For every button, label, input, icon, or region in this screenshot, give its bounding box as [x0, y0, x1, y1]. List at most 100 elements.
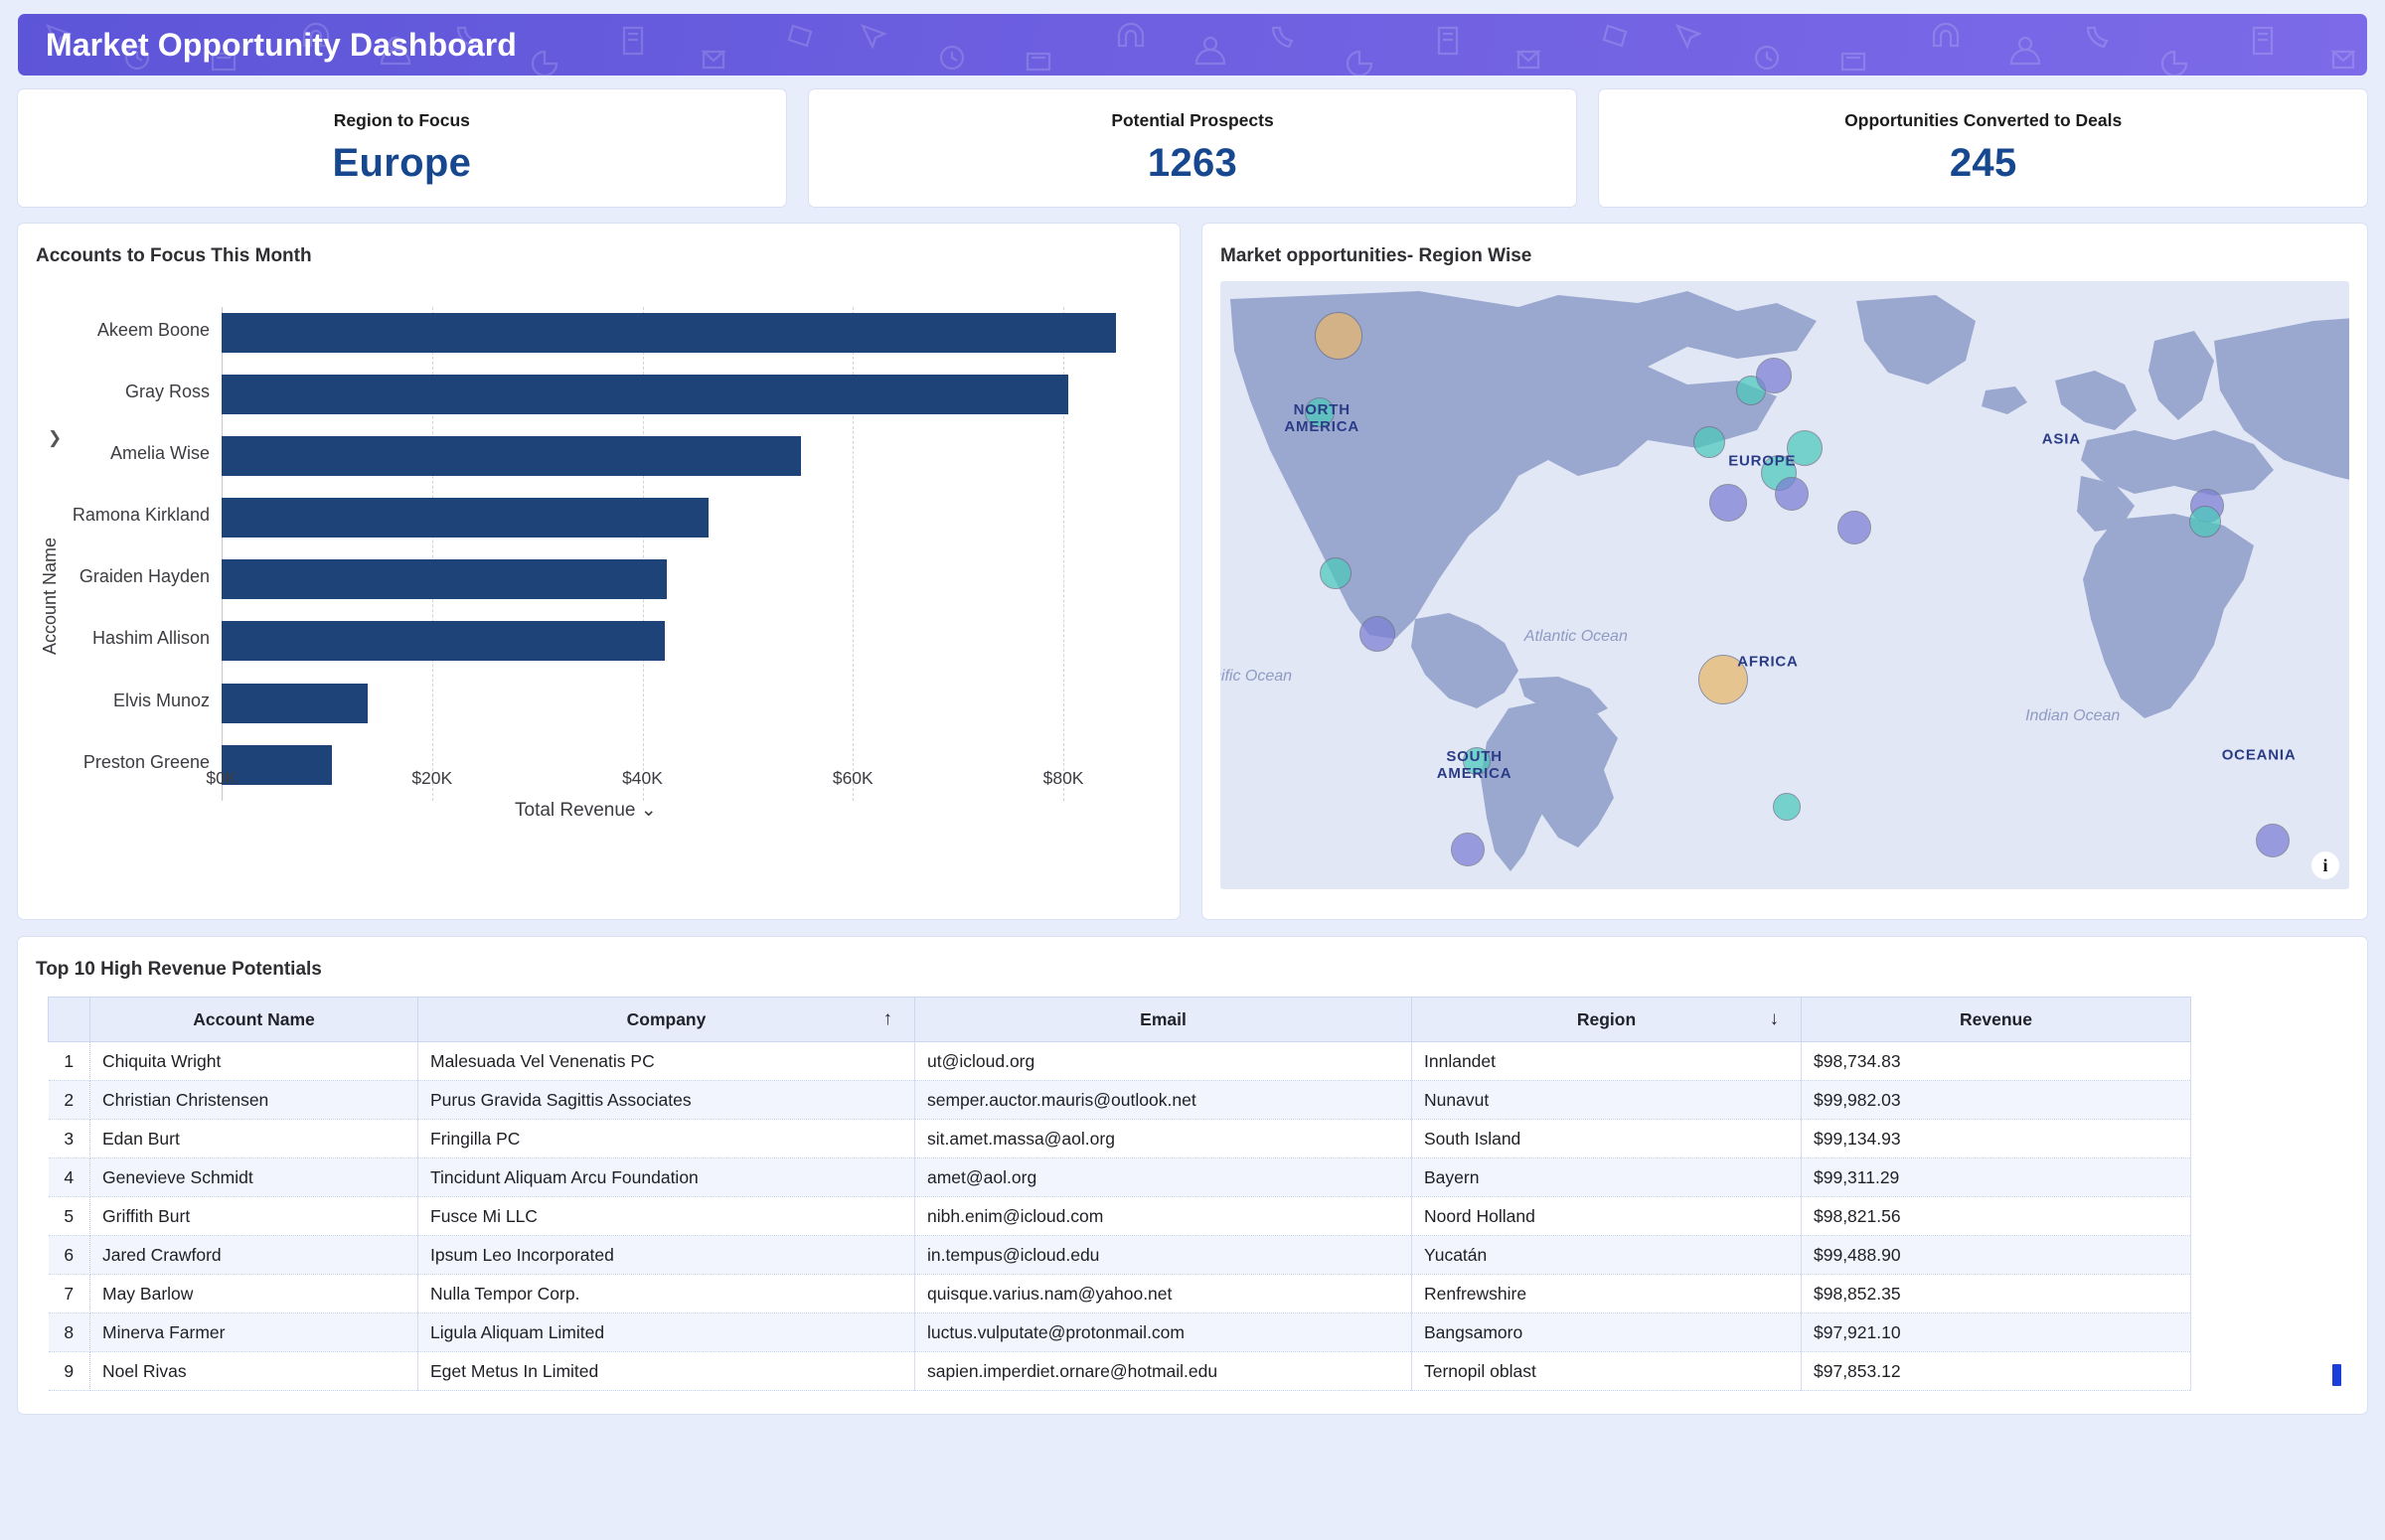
map-bubble[interactable]: [2188, 505, 2221, 538]
table-cell: Ternopil oblast: [1411, 1351, 1802, 1391]
dashboard-page: Market Opportunity Dashboard Region to F…: [0, 0, 2385, 1540]
table-cell: Purus Gravida Sagittis Associates: [417, 1080, 915, 1120]
bar[interactable]: [222, 375, 1069, 415]
table-cell: Griffith Burt: [89, 1196, 418, 1236]
map-bubble[interactable]: [1315, 312, 1363, 361]
kpi-value: 1263: [1147, 141, 1238, 185]
table-body: 1 Chiquita Wright Malesuada Vel Venenatis …: [48, 1041, 2191, 1391]
bar-row: Elvis Munoz: [113, 678, 1116, 739]
table-row[interactable]: 5 Griffith Burt Fusce Mi LLC nibh.enim@iclo…: [48, 1196, 2191, 1236]
table-card-title: Top 10 High Revenue Potentials: [36, 959, 322, 980]
world-map[interactable]: NORTH AMERICA SOUTH AMERICA EUROPE AFRICA AS…: [1220, 281, 2349, 889]
table-row[interactable]: 4 Genevieve Schmidt Tincidunt Aliquam Arcu…: [48, 1157, 2191, 1197]
table-cell: $98,734.83: [1801, 1041, 2191, 1081]
bar[interactable]: [222, 436, 802, 477]
table-cell: Renfrewshire: [1411, 1274, 1802, 1313]
map-bubble[interactable]: [1462, 747, 1491, 776]
map-bubble[interactable]: [1774, 477, 1809, 512]
map-bubble[interactable]: [1755, 357, 1792, 393]
bar[interactable]: [222, 744, 333, 785]
table-row[interactable]: 6 Jared Crawford Ipsum Leo Incorporated in.…: [48, 1235, 2191, 1275]
table-cell: sit.amet.massa@aol.org: [914, 1119, 1412, 1158]
kpi-card-potential-prospects: Potential Prospects 1263: [808, 89, 1577, 207]
bar-row: Gray Ross: [125, 369, 1116, 430]
table-cell: luctus.vulputate@protonmail.com: [914, 1312, 1412, 1352]
map-bubble[interactable]: [1358, 615, 1395, 652]
map-bubble[interactable]: [1319, 556, 1352, 589]
table-column-header[interactable]: Revenue: [1801, 997, 2191, 1042]
map-bubble[interactable]: [1709, 484, 1748, 523]
bar[interactable]: [222, 683, 369, 723]
table-row[interactable]: 7 May Barlow Nulla Tempor Corp. quisque.var…: [48, 1274, 2191, 1313]
bar-chart: ❯ Account Name Akeem Boone Gray Ross Ameli…: [18, 267, 1180, 888]
row-index-cell: 5: [48, 1196, 90, 1236]
sort-descending-icon[interactable]: ↓: [1770, 1008, 1780, 1030]
map-info-icon[interactable]: i: [2311, 851, 2339, 879]
x-axis-title[interactable]: Total Revenue ⌄: [515, 799, 657, 822]
vertical-scrollbar-thumb[interactable]: [2332, 1364, 2341, 1386]
chevron-down-icon: ⌄: [640, 800, 657, 821]
bar[interactable]: [222, 498, 710, 539]
bar-plot-area: Akeem Boone Gray Ross Amelia Wise Ramona Ki…: [73, 307, 1116, 801]
table-cell: $97,853.12: [1801, 1351, 2191, 1391]
y-axis-sort-chevron[interactable]: ❯: [48, 428, 62, 448]
bar-category-label: Preston Greene: [82, 751, 210, 772]
table-row[interactable]: 3 Edan Burt Fringilla PC sit.amet.massa@aol…: [48, 1119, 2191, 1158]
map-card-title: Market opportunities- Region Wise: [1220, 245, 1532, 266]
row-index-cell: 6: [48, 1235, 90, 1275]
x-axis-tick: $20K: [411, 768, 453, 788]
row-index-cell: 9: [48, 1351, 90, 1391]
table-row[interactable]: 8 Minerva Farmer Ligula Aliquam Limited luc…: [48, 1312, 2191, 1352]
bar-row: Graiden Hayden: [80, 553, 1116, 615]
map-bubble[interactable]: [2255, 824, 2290, 858]
table-column-header[interactable]: Region ↓: [1411, 997, 1802, 1042]
map-bubble[interactable]: [1450, 833, 1485, 867]
table-cell: $98,821.56: [1801, 1196, 2191, 1236]
table-row[interactable]: 2 Christian Christensen Purus Gravida Sagi…: [48, 1080, 2191, 1120]
bar-row: Ramona Kirkland: [73, 492, 1116, 553]
table-header-row: Account Name Company ↑ Email Region ↓ Revenue: [48, 997, 2191, 1042]
table-column-header[interactable]: Account Name: [89, 997, 418, 1042]
bar-category-label: Amelia Wise: [109, 443, 210, 464]
table-row[interactable]: 1 Chiquita Wright Malesuada Vel Venenatis …: [48, 1041, 2191, 1081]
table-scroll-container[interactable]: Account Name Company ↑ Email Region ↓ Revenue …: [48, 997, 2341, 1391]
sort-ascending-icon[interactable]: ↑: [883, 1008, 893, 1030]
bar-category-label: Akeem Boone: [96, 320, 210, 340]
dashboard-header: Market Opportunity Dashboard: [18, 14, 2367, 76]
table-cell: $99,982.03: [1801, 1080, 2191, 1120]
middle-row: Accounts to Focus This Month ❯ Account N…: [18, 224, 2367, 919]
table-cell: ut@icloud.org: [914, 1041, 1412, 1081]
table-cell: Nulla Tempor Corp.: [417, 1274, 915, 1313]
bar[interactable]: [222, 559, 667, 600]
kpi-card-opportunities-converted: Opportunities Converted to Deals 245: [1599, 89, 2368, 207]
map-bubble[interactable]: [1773, 793, 1802, 822]
table-cell: South Island: [1411, 1119, 1802, 1158]
map-bubble[interactable]: [1837, 510, 1872, 544]
table-cell: Minerva Farmer: [89, 1312, 418, 1352]
table-cell: Eget Metus In Limited: [417, 1351, 915, 1391]
table-column-header[interactable]: Email: [914, 997, 1412, 1042]
x-axis-tick: $60K: [832, 768, 874, 788]
map-bubble[interactable]: [1697, 654, 1748, 704]
kpi-card-region-to-focus: Region to Focus Europe: [18, 89, 786, 207]
column-header-label: Revenue: [1960, 1008, 2032, 1029]
map-bubble[interactable]: [1304, 396, 1335, 427]
kpi-label: Region to Focus: [333, 110, 470, 130]
table-cell: $97,921.10: [1801, 1312, 2191, 1352]
table-cell: nibh.enim@icloud.com: [914, 1196, 1412, 1236]
bar[interactable]: [222, 621, 665, 662]
x-axis-title-label: Total Revenue: [515, 800, 636, 821]
map-bubble[interactable]: [1692, 426, 1725, 459]
table-column-header[interactable]: Company ↑: [417, 997, 915, 1042]
table-cell: semper.auctor.mauris@outlook.net: [914, 1080, 1412, 1120]
table-cell: amet@aol.org: [914, 1157, 1412, 1197]
x-axis-tick: $80K: [1042, 768, 1084, 788]
row-index-cell: 1: [48, 1041, 90, 1081]
bar[interactable]: [222, 313, 1116, 353]
table-cell: Bangsamoro: [1411, 1312, 1802, 1352]
bar-row: Amelia Wise: [110, 430, 1116, 492]
table-row[interactable]: 9 Noel Rivas Eget Metus In Limited sapien.i…: [48, 1351, 2191, 1391]
x-axis-tick: $0K: [206, 768, 238, 788]
table-column-header[interactable]: [48, 997, 90, 1042]
bar-row: Hashim Allison: [92, 615, 1116, 677]
